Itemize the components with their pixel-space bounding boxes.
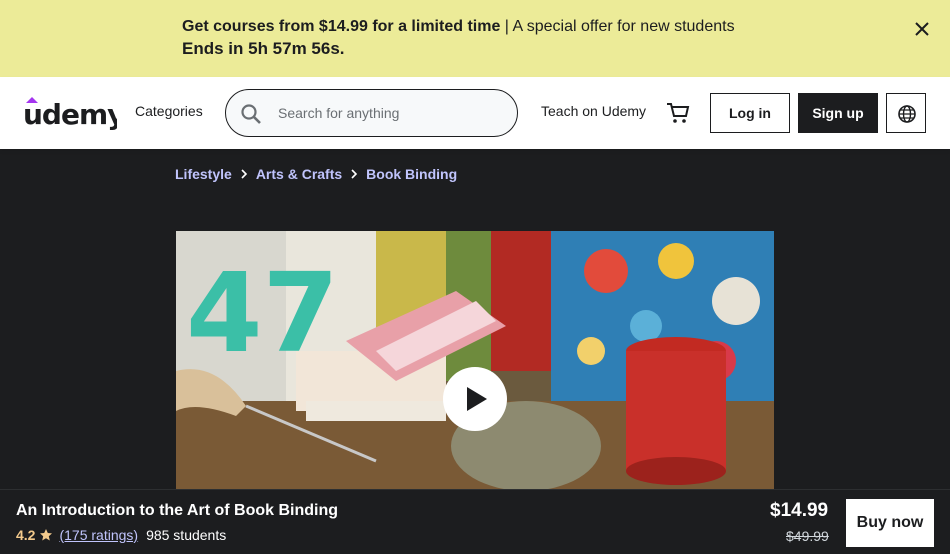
current-price: $14.99 <box>770 500 829 521</box>
rating-value: 4.2 <box>16 527 36 543</box>
signup-button[interactable]: Sign up <box>798 93 878 133</box>
chevron-right-icon <box>342 166 366 182</box>
search-bar <box>225 89 518 137</box>
search-icon[interactable] <box>240 103 262 125</box>
promo-banner: Get courses from $14.99 for a limited ti… <box>0 0 950 77</box>
promo-subline: A special offer for new students <box>512 18 735 35</box>
categories-menu[interactable]: Categories <box>135 103 203 119</box>
star-icon <box>40 529 53 541</box>
breadcrumb-lifestyle[interactable]: Lifestyle <box>175 166 232 182</box>
search-input[interactable] <box>278 102 498 124</box>
breadcrumb-book-binding[interactable]: Book Binding <box>366 166 457 182</box>
login-button[interactable]: Log in <box>710 93 790 133</box>
globe-icon <box>898 105 916 123</box>
chevron-right-icon <box>232 166 256 182</box>
original-price: $49.99 <box>786 528 829 544</box>
ratings-count-link[interactable]: (175 ratings) <box>59 527 138 543</box>
teach-link[interactable]: Teach on Udemy <box>541 103 646 119</box>
promo-separator: | <box>504 18 509 35</box>
promo-headline: Get courses from $14.99 for a limited ti… <box>182 18 501 35</box>
close-icon[interactable] <box>910 17 934 41</box>
sticky-buy-bar: An Introduction to the Art of Book Bindi… <box>0 489 950 554</box>
promo-message: Get courses from $14.99 for a limited ti… <box>182 17 735 37</box>
top-header: udemy Categories Teach on Udemy Log in S… <box>0 77 950 149</box>
course-preview-image: 47 <box>176 231 774 489</box>
rating-row: 4.2 (175 ratings) 985 students <box>16 527 226 543</box>
play-button[interactable] <box>443 367 507 431</box>
cart-icon[interactable] <box>665 101 691 125</box>
course-title: An Introduction to the Art of Book Bindi… <box>16 502 339 519</box>
logo-wordmark: udemy <box>23 98 117 131</box>
play-icon <box>467 387 487 411</box>
breadcrumb: Lifestyle Arts & Crafts Book Binding <box>175 165 457 183</box>
language-button[interactable] <box>886 93 926 133</box>
promo-countdown: Ends in 5h 57m 56s. <box>182 39 345 58</box>
course-preview-video[interactable]: 47 <box>176 231 774 489</box>
breadcrumb-arts-crafts[interactable]: Arts & Crafts <box>256 166 342 182</box>
udemy-logo[interactable]: udemy <box>23 95 126 131</box>
buy-now-button[interactable]: Buy now <box>846 499 934 547</box>
students-count: 985 students <box>146 527 227 543</box>
